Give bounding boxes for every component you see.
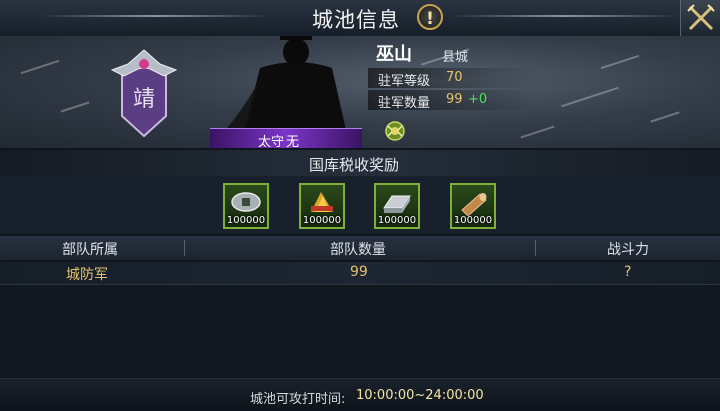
wood-log-icon <box>461 193 487 216</box>
reward-amount: 100000 <box>226 215 266 226</box>
garrison-count-label: 驻军数量 <box>378 96 431 111</box>
troop-power: ? <box>624 264 632 280</box>
city-type: 县城 <box>442 50 469 65</box>
reward-item-grain[interactable]: 100000 <box>299 183 345 229</box>
header-troop-count: 部队数量 <box>330 242 386 258</box>
title-ornament-right <box>450 15 680 17</box>
title-ornament-left <box>40 15 270 17</box>
city-name: 巫山 <box>376 44 412 65</box>
iron-ingot-icon <box>383 195 411 213</box>
header-troop-owner: 部队所属 <box>62 242 118 258</box>
governor-value: 无 <box>286 135 300 148</box>
reward-item-iron[interactable]: 100000 <box>374 183 420 229</box>
garrison-level-value: 70 <box>446 70 463 85</box>
footer: 城池可攻打时间: 10:00:00~24:00:00 <box>0 378 720 411</box>
reward-amount: 100000 <box>377 215 417 226</box>
laurel-badge-icon[interactable] <box>384 120 406 142</box>
garrison-count-change: +0 <box>468 92 488 107</box>
header-combat-power: 战斗力 <box>607 242 649 258</box>
crossed-swords-close-icon <box>687 4 715 31</box>
garrison-count-row: 驻军数量 99 +0 <box>368 90 538 111</box>
troop-table-header: 部队所属 部队数量 战斗力 <box>0 236 720 260</box>
tax-reward-title: 国库税收奖励 <box>309 156 400 174</box>
garrison-count-value: 99 <box>446 92 463 107</box>
attack-time-label: 城池可攻打时间: <box>250 392 346 407</box>
window-title: 城池信息 <box>312 8 400 32</box>
tax-reward-header: 国库税收奖励 <box>0 150 720 176</box>
title-bar: 城池信息 ! <box>0 0 720 37</box>
governor-bar: 太守 无 <box>210 128 362 148</box>
reward-amount: 100000 <box>302 215 342 226</box>
reward-amount: 100000 <box>453 215 493 226</box>
attack-time-value: 10:00:00~24:00:00 <box>356 388 484 403</box>
reward-item-wood[interactable]: 100000 <box>450 183 496 229</box>
svg-text:靖: 靖 <box>133 87 155 112</box>
coin-icon <box>231 192 261 212</box>
troop-count: 99 <box>350 264 368 280</box>
info-icon[interactable]: ! <box>417 4 443 30</box>
troop-owner: 城防军 <box>66 267 108 283</box>
reward-item-coin[interactable]: 100000 <box>223 183 269 229</box>
grain-icon <box>311 192 333 212</box>
garrison-level-label: 驻军等级 <box>378 74 431 89</box>
city-name-row: 巫山 县城 <box>376 40 468 66</box>
tax-reward-list: 100000 100000 100000 100000 <box>0 176 720 234</box>
table-row[interactable]: 城防军 99 ? <box>0 262 720 285</box>
garrison-level-row: 驻军等级 70 <box>368 68 538 89</box>
troop-table-empty-area <box>0 285 720 377</box>
governor-label: 太守 <box>258 135 285 148</box>
city-banner: 靖 巫山 县城 驻军等级 70 驻军数量 99 +0 太守 无 <box>0 36 720 148</box>
city-emblem-icon: 靖 <box>110 49 178 138</box>
close-button[interactable] <box>680 0 720 36</box>
